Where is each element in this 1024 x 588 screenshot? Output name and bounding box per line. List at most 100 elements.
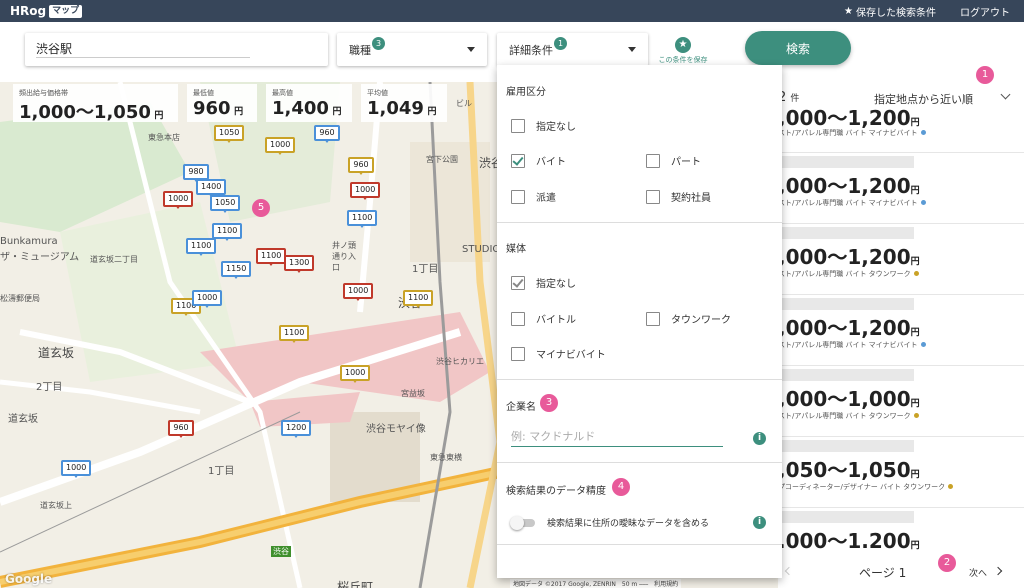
job-title-placeholder — [778, 156, 914, 168]
media-option-baitoru[interactable]: バイトル — [511, 311, 576, 326]
chevron-right-icon[interactable] — [993, 566, 1003, 576]
info-icon[interactable]: i — [753, 432, 766, 445]
price-marker[interactable]: 960 — [168, 420, 194, 438]
location-input[interactable] — [36, 41, 250, 58]
price-marker[interactable]: 1100 — [212, 223, 243, 241]
map-label: 道玄坂 — [8, 414, 38, 425]
media-option-townwork[interactable]: タウンワーク — [646, 311, 731, 326]
checkbox-checked-icon — [511, 153, 525, 168]
annotation-badge-3: 3 — [540, 394, 558, 412]
job-card[interactable]: ,000〜1,200円 スト/アパレル専門職 バイト タウンワーク — [778, 224, 1024, 295]
job-meta: スト/アパレル専門職 バイト マイナビバイト — [778, 340, 926, 350]
stat-unit: 円 — [427, 107, 437, 117]
media-dot-icon — [920, 130, 926, 135]
price-marker[interactable]: 1100 — [186, 238, 217, 256]
employment-option-contract[interactable]: 契約社員 — [646, 189, 711, 204]
price-marker[interactable]: 1150 — [221, 261, 252, 279]
annotation-badge-5: 5 — [252, 199, 270, 217]
price-marker[interactable]: 1000 — [350, 182, 381, 200]
info-icon[interactable]: i — [753, 516, 766, 529]
job-card[interactable]: .000〜1.200円 — [778, 508, 1024, 558]
stat-value: 960 — [193, 98, 231, 119]
app-logo[interactable]: HRog マップ — [10, 4, 83, 18]
job-title-placeholder — [778, 440, 914, 452]
media-dot-icon — [948, 484, 954, 489]
job-type-select[interactable]: 職種 3 — [337, 33, 487, 66]
job-meta-text: スト/アパレル専門職 バイト タウンワーク — [778, 412, 911, 420]
stat-average: 平均値 1,049 円 — [361, 84, 447, 122]
job-meta-text: プコーディネーター/デザイナー バイト タウンワーク — [778, 483, 946, 491]
price-marker[interactable]: 1100 — [279, 325, 310, 343]
price-marker[interactable]: 1000 — [192, 290, 223, 308]
checkbox-label: 指定なし — [536, 122, 576, 133]
price-marker[interactable]: 1000 — [340, 365, 371, 383]
chevron-left-icon[interactable] — [784, 566, 794, 576]
checkbox-icon — [646, 311, 660, 326]
toggle-knob — [510, 516, 524, 530]
salary-range: ,000〜1,200 — [778, 106, 911, 130]
job-salary: ,000〜1,200円 — [778, 170, 920, 199]
price-marker[interactable]: 1050 — [210, 195, 241, 213]
search-button[interactable]: 検索 — [745, 31, 851, 65]
job-meta-text: スト/アパレル専門職 バイト タウンワーク — [778, 270, 911, 278]
job-salary: ,000〜1,200円 — [778, 102, 920, 131]
job-card[interactable]: ,000〜1,200円 スト/アパレル専門職 バイト マイナビバイト — [778, 106, 1024, 153]
checkbox-label: タウンワーク — [671, 315, 731, 326]
price-marker[interactable]: 1300 — [284, 255, 315, 273]
job-card[interactable]: ,050〜1,050円 プコーディネーター/デザイナー バイト タウンワーク — [778, 437, 1024, 508]
job-card[interactable]: ,000〜1,200円 スト/アパレル専門職 バイト マイナビバイト — [778, 295, 1024, 366]
company-name-input[interactable] — [511, 430, 723, 447]
map-label: Bunkamura — [0, 236, 58, 247]
price-marker[interactable]: 960 — [314, 125, 340, 143]
star-icon: ★ — [844, 6, 853, 17]
divider — [497, 222, 782, 223]
job-title-placeholder — [778, 369, 914, 381]
stat-unit: 円 — [154, 111, 164, 121]
map-attribution[interactable]: 地図データ ©2017 Google, ZENRIN 50 m ⎯⎯⎯ 利用規約 — [510, 579, 682, 588]
price-marker[interactable]: 980 — [183, 164, 209, 182]
price-marker[interactable]: 1000 — [61, 460, 92, 478]
job-meta-text: スト/アパレル専門職 バイト マイナビバイト — [778, 129, 918, 137]
price-marker[interactable]: 1000 — [265, 137, 296, 155]
detail-conditions-select[interactable]: 詳細条件 1 — [497, 33, 648, 66]
logout-link[interactable]: ログアウト — [960, 4, 1010, 19]
price-marker[interactable]: 1000 — [343, 283, 374, 301]
price-marker[interactable]: 1100 — [403, 290, 434, 308]
map-label: STUDIO — [462, 244, 501, 255]
checkbox-icon — [511, 346, 525, 361]
price-marker[interactable]: 1000 — [163, 191, 194, 209]
price-marker[interactable]: 1100 — [256, 248, 287, 266]
next-page-link[interactable]: 次へ — [969, 566, 987, 579]
salary-unit: 円 — [910, 470, 920, 480]
stat-max: 最高値 1,400 円 — [266, 84, 352, 122]
price-marker[interactable]: 1200 — [281, 420, 312, 438]
job-card[interactable]: ,000〜1,000円 スト/アパレル専門職 バイト タウンワーク — [778, 366, 1024, 437]
price-marker[interactable]: 1050 — [214, 125, 245, 143]
employment-option-dispatch[interactable]: 派遣 — [511, 189, 556, 204]
detail-conditions-label: 詳細条件 — [509, 43, 553, 57]
media-dot-icon — [913, 271, 919, 276]
chevron-down-icon[interactable] — [1000, 89, 1011, 100]
price-marker[interactable]: 1100 — [347, 210, 378, 228]
map-label: 2丁目 — [36, 382, 63, 393]
employment-option-pa[interactable]: パート — [646, 153, 701, 168]
save-condition-button[interactable]: ★ この条件を保存 — [654, 37, 712, 65]
job-card[interactable]: ,000〜1,200円 スト/アパレル専門職 バイト マイナビバイト — [778, 153, 1024, 224]
salary-range: ,000〜1,200 — [778, 245, 911, 269]
price-marker[interactable]: 1400 — [196, 179, 227, 197]
stat-min: 最低値 960 円 — [187, 84, 257, 122]
job-meta: プコーディネーター/デザイナー バイト タウンワーク — [778, 482, 954, 492]
media-option-mynavi[interactable]: マイナビバイト — [511, 346, 606, 361]
map-label: ザ・ミュージアム — [0, 252, 80, 263]
map-label: 宮益坂 — [401, 389, 425, 398]
employment-option-part-time[interactable]: バイト — [511, 153, 566, 168]
accuracy-section-title: 検索結果のデータ精度 — [506, 486, 606, 497]
job-meta: スト/アパレル専門職 バイト マイナビバイト — [778, 198, 926, 208]
ambiguous-address-toggle[interactable] — [510, 516, 536, 530]
media-option-none[interactable]: 指定なし — [511, 275, 576, 290]
price-marker[interactable]: 960 — [348, 157, 374, 175]
saved-conditions-link[interactable]: ★ 保存した検索条件 — [844, 4, 936, 19]
employment-option-none[interactable]: 指定なし — [511, 118, 576, 133]
map-label: 1丁目 — [412, 264, 439, 275]
map-label: 井ノ頭通り入口 — [332, 241, 356, 272]
